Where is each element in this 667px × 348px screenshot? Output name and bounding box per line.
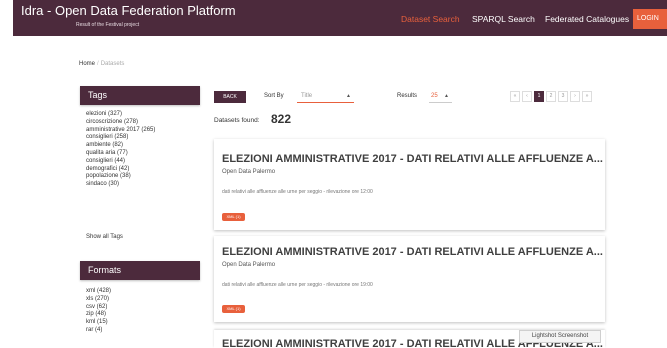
dataset-card[interactable]: ELEZIONI AMMINISTRATIVE 2017 - DATI RELA…	[214, 236, 605, 322]
formats-list: xml (428) xls (270) csv (62) zip (48) km…	[86, 288, 111, 335]
format-item[interactable]: csv (62)	[86, 304, 111, 312]
lightshot-tooltip: Lightshot Screenshot	[519, 330, 601, 343]
pagination: « ‹ 1 2 3 › »	[510, 91, 592, 102]
tag-item[interactable]: consiglieri (258)	[86, 134, 155, 142]
format-item[interactable]: zip (48)	[86, 311, 111, 319]
tag-item[interactable]: demografici (42)	[86, 166, 155, 174]
datasets-found-label: Datasets found:	[214, 117, 260, 124]
back-button[interactable]: BACK	[214, 91, 246, 103]
nav-sparql-search[interactable]: SPARQL Search	[472, 14, 535, 24]
tag-item[interactable]: qualita aria (77)	[86, 150, 155, 158]
top-navbar: Idra - Open Data Federation Platform Res…	[13, 0, 667, 36]
tag-item[interactable]: popolazione (38)	[86, 173, 155, 181]
dataset-description: dati relativi alle affluenze alle urne p…	[222, 189, 373, 195]
format-item[interactable]: rar (4)	[86, 327, 111, 335]
tags-panel-header: Tags	[80, 86, 200, 105]
app-subtitle: Result of the Festival project	[76, 22, 140, 28]
pagination-page-1[interactable]: 1	[534, 91, 544, 102]
nav-federated-catalogues[interactable]: Federated Catalogues	[545, 14, 629, 24]
formats-panel-header: Formats	[80, 261, 200, 280]
tag-item[interactable]: sindaco (30)	[86, 181, 155, 189]
pagination-page-3[interactable]: 3	[558, 91, 568, 102]
tag-item[interactable]: elezioni (327)	[86, 111, 155, 119]
dataset-card[interactable]: ELEZIONI AMMINISTRATIVE 2017 - DATI RELA…	[214, 139, 605, 230]
show-all-tags-link[interactable]: Show all Tags	[86, 234, 123, 240]
breadcrumb: Home / Datasets	[79, 61, 124, 67]
sort-by-label: Sort By	[264, 93, 284, 99]
nav-dataset-search[interactable]: Dataset Search	[401, 14, 460, 24]
app-title[interactable]: Idra - Open Data Federation Platform	[21, 3, 236, 18]
results-per-page-select[interactable]: 25 ▲︎	[429, 90, 452, 103]
format-badge[interactable]: XML (1)	[222, 213, 245, 221]
format-item[interactable]: xls (270)	[86, 296, 111, 304]
format-item[interactable]: xml (428)	[86, 288, 111, 296]
tag-item[interactable]: ambiente (82)	[86, 142, 155, 150]
breadcrumb-home[interactable]: Home	[79, 61, 95, 67]
select-caret-icon: ▲︎	[346, 93, 351, 99]
tag-item[interactable]: circoscrizione (278)	[86, 119, 155, 127]
format-badge[interactable]: XML (1)	[222, 305, 245, 313]
tag-item[interactable]: amministrative 2017 (265)	[86, 127, 155, 135]
login-button[interactable]: LOGIN	[633, 9, 667, 29]
pagination-prev[interactable]: ‹	[522, 91, 532, 102]
select-caret-icon: ▲︎	[444, 93, 449, 99]
pagination-page-2[interactable]: 2	[546, 91, 556, 102]
pagination-last[interactable]: »	[582, 91, 592, 102]
tag-item[interactable]: consiglieri (44)	[86, 158, 155, 166]
breadcrumb-separator: /	[97, 61, 99, 67]
dataset-organization: Open Data Palermo	[222, 262, 276, 268]
tags-list: elezioni (327) circoscrizione (278) ammi…	[86, 111, 155, 189]
dataset-organization: Open Data Palermo	[222, 169, 276, 175]
dataset-title[interactable]: ELEZIONI AMMINISTRATIVE 2017 - DATI RELA…	[222, 153, 603, 165]
datasets-found-count: 822	[271, 112, 292, 126]
breadcrumb-current: Datasets	[100, 61, 125, 67]
pagination-first[interactable]: «	[510, 91, 520, 102]
results-per-page-value: 25	[431, 93, 438, 99]
results-label: Results	[397, 93, 418, 99]
pagination-next[interactable]: ›	[570, 91, 580, 102]
dataset-title[interactable]: ELEZIONI AMMINISTRATIVE 2017 - DATI RELA…	[222, 246, 603, 258]
sort-by-value: Title	[301, 93, 313, 99]
dataset-description: dati relativi alle affluenze alle urne p…	[222, 282, 373, 288]
sort-by-select[interactable]: Title ▲︎	[297, 90, 354, 103]
format-item[interactable]: kml (15)	[86, 319, 111, 327]
